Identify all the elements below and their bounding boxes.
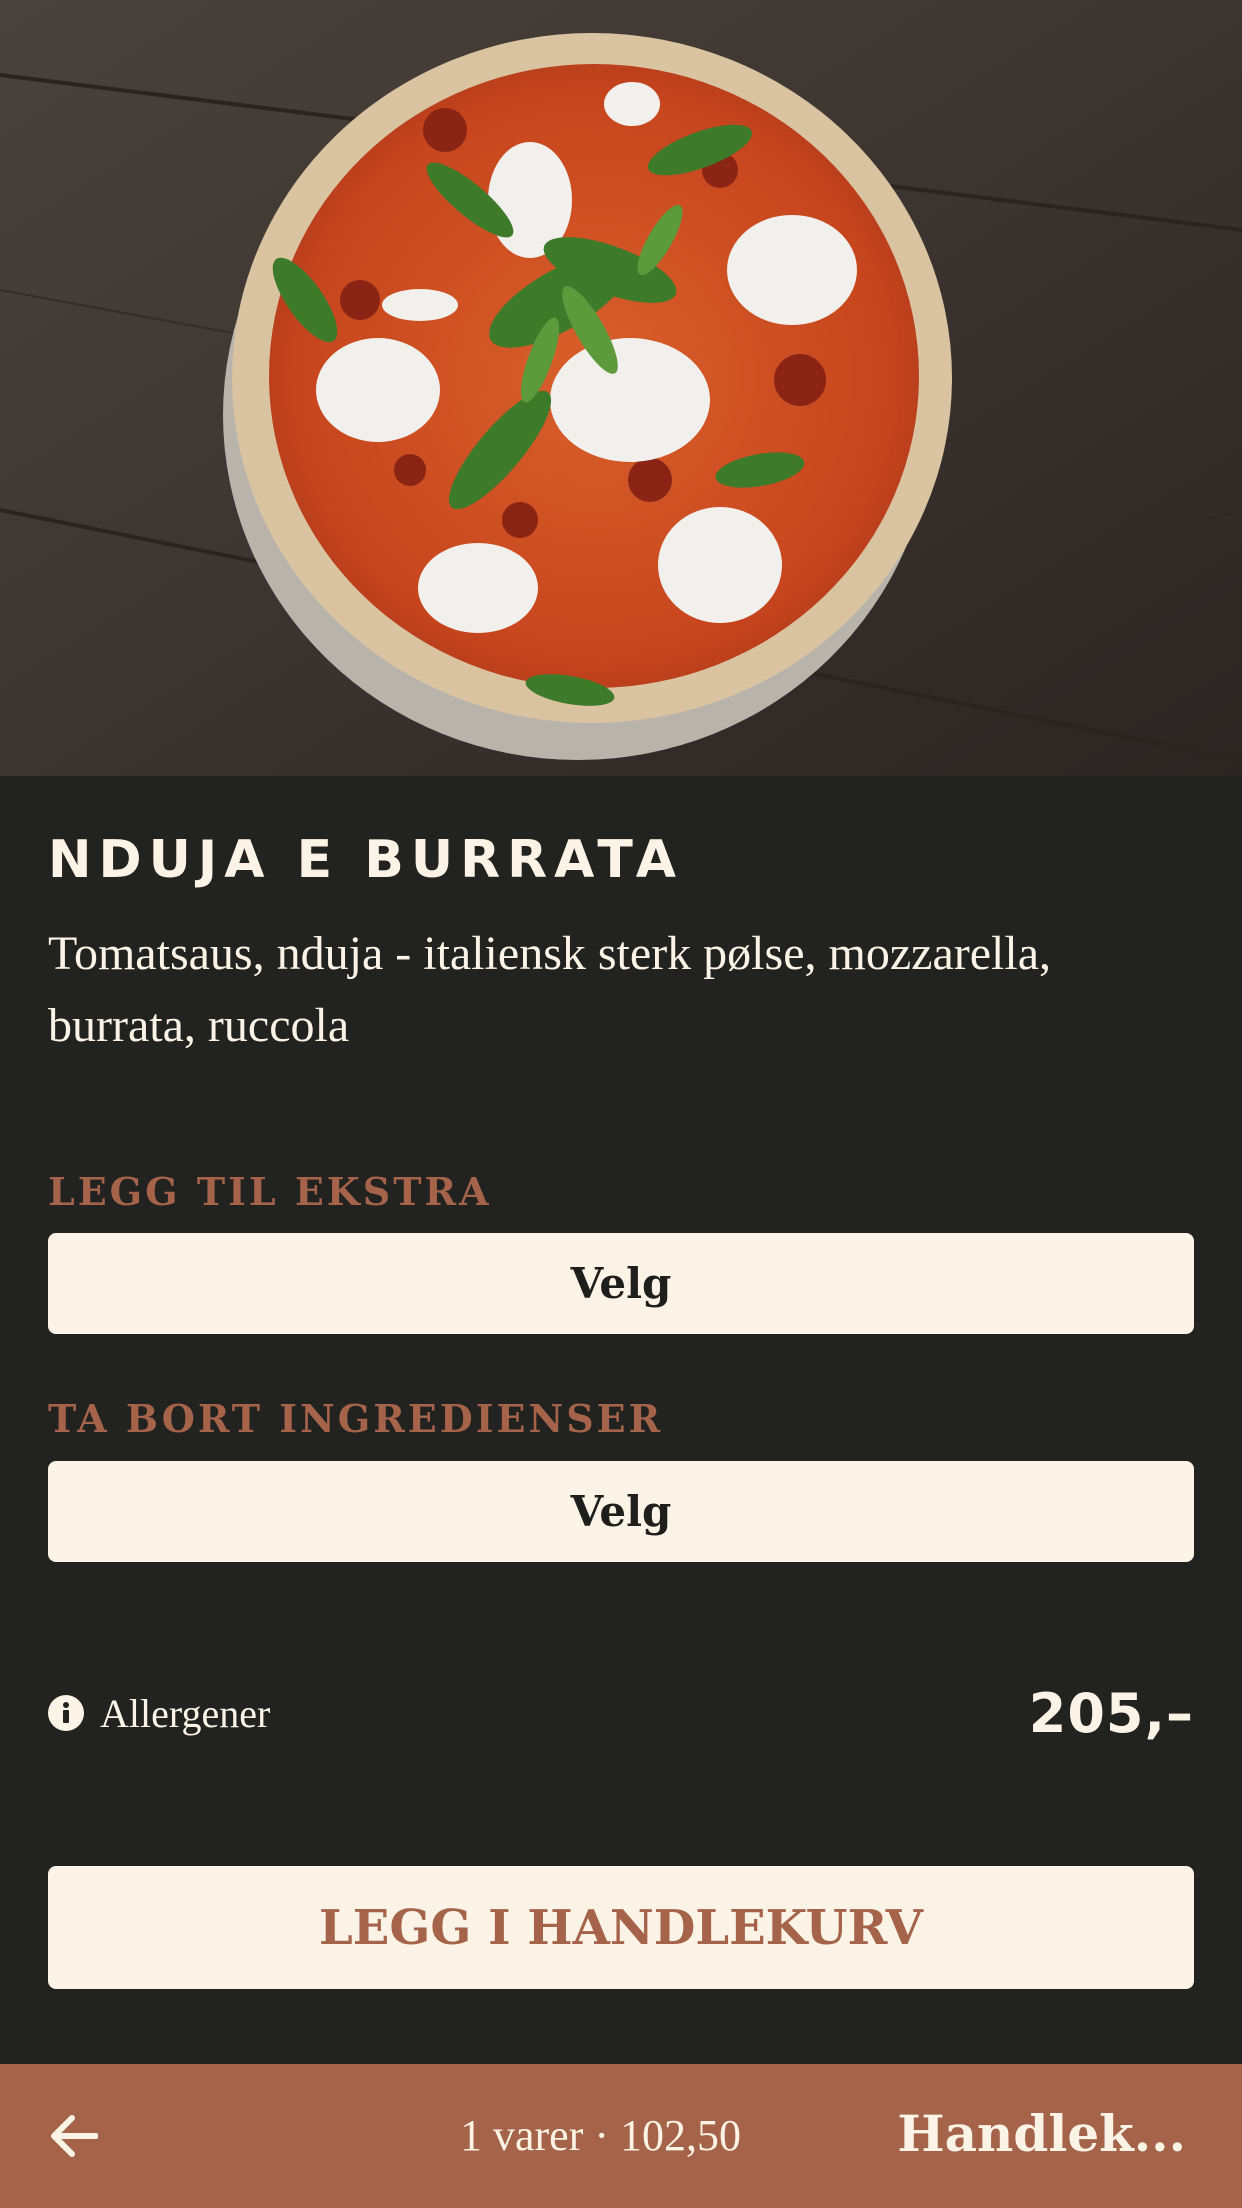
pizza-photo — [0, 0, 1242, 776]
allergens-link[interactable]: Allergener — [48, 1690, 270, 1736]
bottom-bar: 1 varer · 102,50 Handlek... — [0, 2064, 1242, 2208]
info-icon — [48, 1695, 84, 1731]
product-title: NDUJA E BURRATA — [48, 830, 684, 890]
product-description: Tomatsaus, nduja - italiensk sterk pølse… — [48, 927, 1052, 1052]
add-to-cart-button[interactable]: LEGG I HANDLEKURV — [48, 1866, 1194, 1989]
product-image — [0, 0, 1242, 776]
allergens-label: Allergener — [100, 1690, 271, 1736]
remove-ingredients-label: TA BORT INGREDIENSER — [48, 1396, 664, 1441]
extras-select-button[interactable]: Velg — [48, 1233, 1194, 1334]
cart-link[interactable]: Handlek... — [897, 2104, 1186, 2164]
product-price: 205,– — [1028, 1682, 1194, 1745]
arrow-left-icon[interactable] — [48, 2112, 98, 2160]
cart-summary: 1 varer · 102,50 — [460, 2111, 742, 2160]
extras-label: LEGG TIL EKSTRA — [48, 1169, 492, 1214]
remove-ingredients-select-button[interactable]: Velg — [48, 1461, 1194, 1562]
